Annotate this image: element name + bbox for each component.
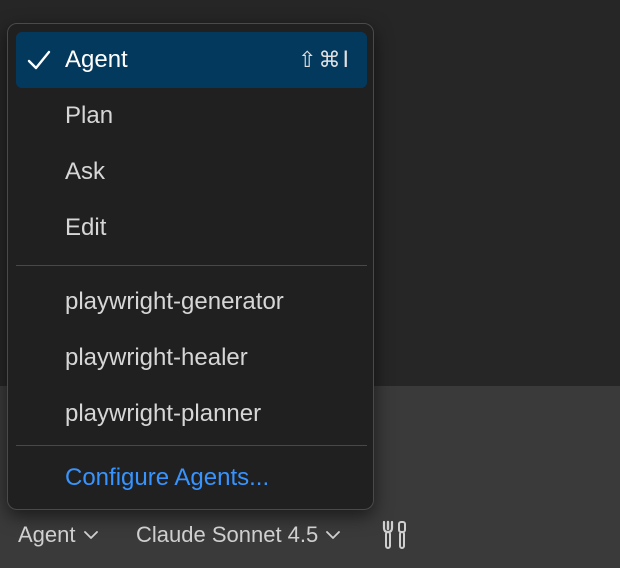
mode-picker-button[interactable]: Agent (18, 518, 98, 552)
menu-item-label: playwright-planner (65, 400, 262, 427)
configure-agents-label: Configure Agents... (65, 464, 270, 491)
menu-item-playwright-healer[interactable]: playwright-healer (16, 330, 367, 386)
model-picker-label: Claude Sonnet 4.5 (136, 522, 319, 547)
chevron-down-icon (326, 531, 341, 539)
menu-item-label: Ask (65, 158, 106, 185)
menu-item-edit[interactable]: Edit (16, 200, 367, 256)
mode-picker-label: Agent (18, 522, 76, 547)
check-icon (27, 50, 51, 70)
menu-item-label: playwright-healer (65, 344, 248, 371)
menu-item-label: Plan (65, 102, 114, 129)
menu-item-playwright-planner[interactable]: playwright-planner (16, 386, 367, 442)
model-picker-button[interactable]: Claude Sonnet 4.5 (136, 518, 341, 552)
menu-item-ask[interactable]: Ask (16, 144, 367, 200)
menu-separator (16, 445, 367, 446)
menu-item-label: Edit (65, 214, 107, 241)
menu-separator (16, 265, 367, 266)
menu-item-agent[interactable]: Agent ⇧⌘I (16, 32, 367, 88)
chevron-down-icon (83, 531, 98, 539)
menu-item-playwright-generator[interactable]: playwright-generator (16, 274, 367, 330)
keyboard-shortcut: ⇧⌘I (298, 47, 351, 73)
agent-mode-menu: Agent ⇧⌘I Plan Ask Edit playwright-gener… (7, 23, 374, 510)
tools-icon[interactable] (381, 520, 409, 550)
configure-agents-link[interactable]: Configure Agents... (16, 450, 367, 506)
menu-item-plan[interactable]: Plan (16, 88, 367, 144)
menu-item-label: Agent (65, 46, 128, 73)
menu-item-label: playwright-generator (65, 288, 284, 315)
